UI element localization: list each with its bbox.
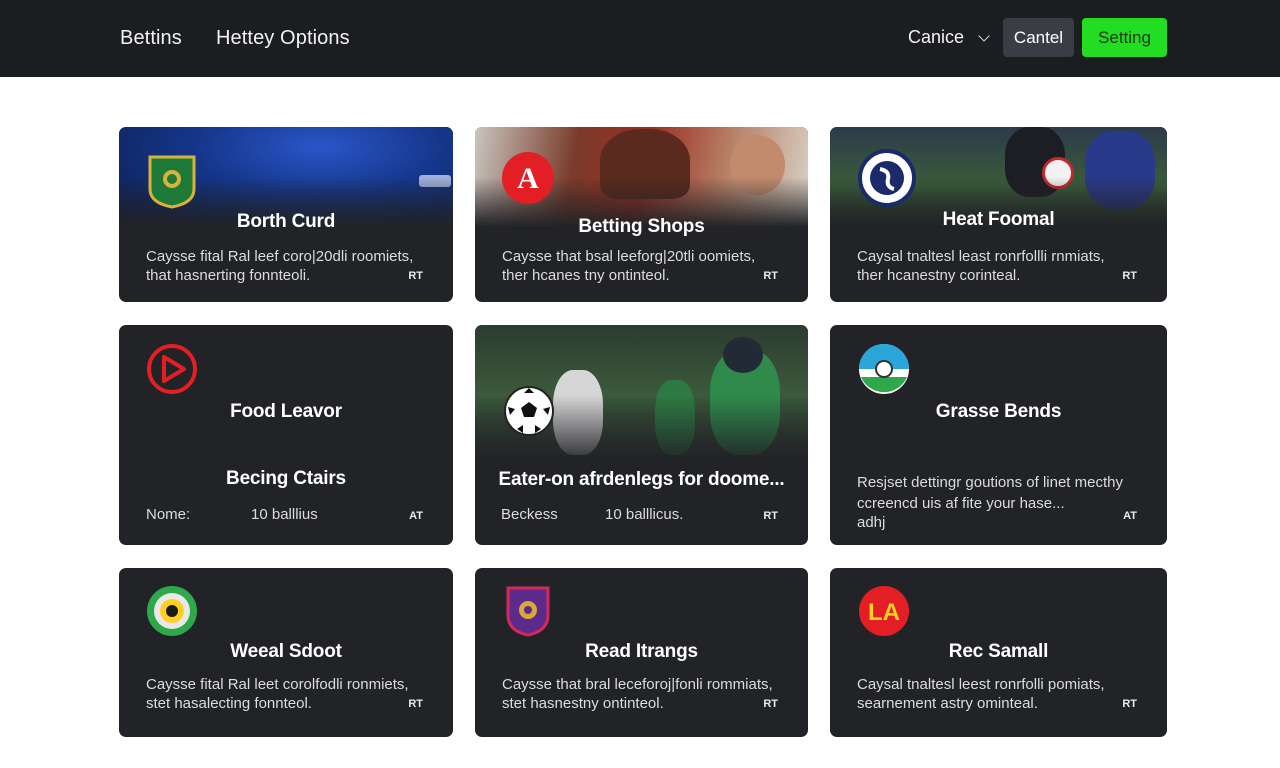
card-title: Weeal Sdoot	[230, 641, 342, 662]
svg-text:LA: LA	[868, 599, 900, 626]
card-weeal-sdoot[interactable]: Weeal Sdoot Caysse fital Ral leet corolf…	[119, 568, 453, 737]
card-food-leavor[interactable]: Food Leavor Becing Ctairs Nome: 10 balll…	[119, 325, 453, 545]
card-read-itrangs[interactable]: Read Itrangs Caysse that bral leceforoj|…	[475, 568, 808, 737]
la-red-badge-icon: LA	[859, 586, 909, 636]
card-description-line1: Caysse that bral leceforoj|fonli rommiat…	[502, 676, 773, 693]
card-description-line2: searnement astry ominteal.	[857, 695, 1038, 712]
svg-text:A: A	[517, 162, 539, 195]
dropdown-label: Canice	[908, 27, 965, 47]
red-a-badge-icon: A	[502, 152, 554, 204]
card-description-line1: Caysse fital Ral leet corolfodli ronmiet…	[146, 676, 409, 693]
globe-badge-icon	[859, 344, 909, 394]
card-description-line2: that hasnerting fonnteoli.	[146, 267, 311, 284]
green-ring-badge-icon	[147, 586, 197, 636]
card-description-line2: stet hasnestny ontinteol.	[502, 695, 664, 712]
card-tag: RT	[763, 270, 778, 282]
stat-label: Nome:	[146, 506, 191, 523]
setting-button[interactable]: Setting	[1082, 18, 1167, 57]
nav-link-bettins[interactable]: Bettins	[120, 27, 182, 50]
top-navigation-bar: Bettins Hettey Options Canice Cantel Set…	[0, 0, 1280, 77]
card-tag: RT	[763, 510, 778, 522]
card-description-line1: Caysal tnaltesl least ronrfollli rnmiats…	[857, 248, 1105, 265]
card-description-line2: ccreencd uis af fite your hase...	[857, 495, 1065, 512]
purple-shield-icon	[506, 586, 550, 637]
card-betting-shops[interactable]: A Betting Shops Caysse that bsal leeforg…	[475, 127, 808, 302]
cancel-button[interactable]: Cantel	[1003, 18, 1074, 57]
card-description-line3: adhj	[857, 514, 886, 531]
card-description-line2: stet hasalecting fonnteol.	[146, 695, 312, 712]
card-tag: RT	[1122, 270, 1137, 282]
card-grasse-bends[interactable]: Grasse Bends Resjset dettingr goutions o…	[830, 325, 1167, 545]
card-title: Read Itrangs	[585, 641, 698, 662]
card-description-line1: Caysal tnaltesl leest ronrfolli pomiats,	[857, 676, 1105, 693]
card-title: Borth Curd	[236, 211, 336, 232]
play-circle-icon	[147, 344, 197, 394]
card-heat-foomal[interactable]: Heat Foomal Caysal tnaltesl least ronrfo…	[830, 127, 1167, 302]
card-description-line1: Caysse fital Ral leef coro|20dli roomiet…	[146, 248, 414, 265]
stat-label: Beckess	[501, 506, 558, 523]
card-title: Grasse Bends	[935, 401, 1062, 422]
card-borth-curd[interactable]: Borth Curd Caysse fital Ral leef coro|20…	[119, 127, 453, 302]
card-title: Betting Shops	[578, 216, 705, 237]
card-tag: RT	[408, 698, 423, 710]
card-description-line1: Resjset dettingr goutions of linet mecth…	[857, 474, 1123, 491]
stat-value: 10 balllicus.	[605, 506, 684, 523]
nav-link-options[interactable]: Hettey Options	[216, 27, 350, 50]
card-description-line2: ther hcanestny corinteal.	[857, 267, 1021, 284]
card-description-line1: Caysse that bsal leeforg|20tli oomiets,	[502, 248, 756, 265]
card-description-line2: ther hcanes tny ontinteol.	[502, 267, 670, 284]
stat-value: 10 balllius	[251, 506, 318, 523]
card-rec-samall[interactable]: LA Rec Samall Caysal tnaltesl leest ronr…	[830, 568, 1167, 737]
card-tag: RT	[763, 698, 778, 710]
green-crest-icon	[148, 155, 196, 209]
card-title: Eater-on afrdenlegs for doome...	[498, 469, 785, 490]
card-title: Food Leavor	[230, 401, 342, 422]
card-tag: RT	[1122, 698, 1137, 710]
card-eater-on[interactable]: Eater-on afrdenlegs for doome... Beckess…	[475, 325, 808, 545]
dropdown-selector[interactable]: Canice	[908, 27, 990, 48]
chevron-down-icon	[978, 29, 990, 42]
club-crest-icon	[858, 149, 916, 207]
card-tag: AT	[409, 510, 423, 522]
card-title: Rec Samall	[948, 641, 1049, 662]
soccer-ball-icon	[504, 386, 554, 436]
card-subtitle: Becing Ctairs	[226, 468, 346, 489]
card-title: Heat Foomal	[942, 209, 1055, 230]
card-tag: AT	[1123, 510, 1137, 522]
card-tag: RT	[408, 270, 423, 282]
